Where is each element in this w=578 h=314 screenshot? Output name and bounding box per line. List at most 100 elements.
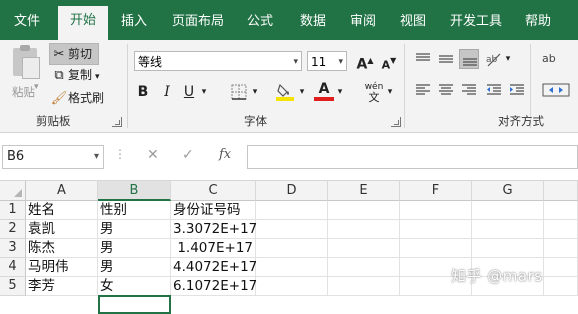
orientation-button[interactable]: ab [484,49,504,69]
merge-center-button[interactable] [541,80,570,100]
wrap-text-button[interactable]: ab [541,49,561,69]
row-header-1[interactable]: 1 [0,201,26,220]
decrease-indent-button[interactable] [484,80,504,100]
cell[interactable] [328,258,400,277]
phonetic-guide-button[interactable]: wén 文 [360,82,388,103]
chevron-down-icon[interactable]: ▾ [250,82,260,102]
font-name-dropdown[interactable]: 等线 ▾ [134,51,302,71]
align-right-button[interactable] [459,80,479,100]
cell-c4[interactable]: 4.4072E+17 [171,258,257,277]
cell[interactable] [544,201,578,220]
name-box[interactable]: B6 ▾ [2,145,104,169]
chevron-down-icon[interactable]: ▾ [297,82,307,102]
cell-b1[interactable]: 性别 [98,201,171,220]
column-header-partial[interactable] [544,181,578,201]
cell-b5[interactable]: 女 [98,277,171,296]
cell-c3[interactable]: 1.407E+17 [171,239,256,258]
italic-button[interactable]: I [159,82,175,102]
row-header-4[interactable]: 4 [0,258,26,277]
clipboard-dialog-launcher-icon[interactable] [112,117,122,127]
borders-button[interactable] [230,82,248,102]
cell-b2[interactable]: 男 [98,220,171,239]
insert-function-icon[interactable]: fx [219,147,231,162]
cell[interactable] [472,220,544,239]
cell[interactable] [400,220,472,239]
chevron-down-icon[interactable]: ▾ [335,82,345,102]
cell-a5[interactable]: 李芳 [26,277,98,296]
tab-insert[interactable]: 插入 [114,8,154,40]
increase-font-size-button[interactable]: A▲ [355,51,375,73]
column-header-a[interactable]: A [26,181,98,201]
tab-formulas[interactable]: 公式 [240,8,280,40]
cell[interactable] [328,277,400,296]
font-size-dropdown[interactable]: 11 ▾ [307,51,347,71]
increase-indent-button[interactable] [507,80,527,100]
font-color-button[interactable]: A [314,82,334,102]
tab-data[interactable]: 数据 [293,8,333,40]
enter-icon[interactable]: ✓ [182,147,194,163]
paste-button[interactable]: 粘贴 ▾ [6,44,46,106]
cell[interactable] [400,201,472,220]
cell[interactable] [472,201,544,220]
cell-a3[interactable]: 陈杰 [26,239,98,258]
cell[interactable] [256,239,328,258]
align-left-button[interactable] [413,80,433,100]
cell[interactable] [256,201,328,220]
cell[interactable] [544,258,578,277]
align-center-button[interactable] [436,80,456,100]
cell[interactable] [256,277,328,296]
tab-page-layout[interactable]: 页面布局 [166,8,230,40]
column-header-d[interactable]: D [256,181,328,201]
fill-color-button[interactable] [274,82,296,102]
tab-help[interactable]: 帮助 [518,8,558,40]
tab-file[interactable]: 文件 [6,8,48,40]
row-header-5[interactable]: 5 [0,277,26,296]
decrease-font-size-button[interactable]: A▼ [379,51,399,72]
row-header-3[interactable]: 3 [0,239,26,258]
column-header-f[interactable]: F [400,181,472,201]
tab-review[interactable]: 审阅 [343,8,383,40]
cell[interactable] [544,239,578,258]
row-header-2[interactable]: 2 [0,220,26,239]
align-top-button[interactable] [413,49,433,69]
active-cell-b6[interactable] [98,295,171,314]
cell-c5[interactable]: 6.1072E+17 [171,277,257,296]
tab-view[interactable]: 视图 [393,8,433,40]
column-header-c[interactable]: C [171,181,256,201]
cell-a2[interactable]: 袁凯 [26,220,98,239]
cell[interactable] [328,239,400,258]
column-header-e[interactable]: E [328,181,400,201]
column-header-g[interactable]: G [472,181,544,201]
cell-b3[interactable]: 男 [98,239,171,258]
cell[interactable] [544,277,578,296]
underline-button[interactable]: U [181,82,197,102]
cell-c2[interactable]: 3.3072E+17 [171,220,257,239]
cell-a4[interactable]: 马明伟 [26,258,98,277]
format-painter-button[interactable]: 🖌格式刷 [50,88,104,108]
column-header-b[interactable]: B [98,181,171,201]
cell[interactable] [256,258,328,277]
tab-home[interactable]: 开始 [58,6,108,40]
cell-a1[interactable]: 姓名 [26,201,98,220]
formula-input[interactable] [247,145,578,169]
select-all-button[interactable] [0,181,26,201]
cell[interactable] [256,220,328,239]
cell[interactable] [472,239,544,258]
align-middle-button[interactable] [436,49,456,69]
align-bottom-button[interactable] [459,49,479,69]
cancel-icon[interactable]: ✕ [147,147,159,163]
cut-button[interactable]: ✂ 剪切 [49,43,99,65]
font-dialog-launcher-icon[interactable] [391,117,401,127]
copy-button[interactable]: ⧉ 复制 ▾ [50,65,99,85]
cell-c1[interactable]: 身份证号码 [171,201,256,220]
chevron-down-icon[interactable]: ▾ [385,82,395,102]
bold-button[interactable]: B [135,82,151,102]
cell[interactable] [400,239,472,258]
cell-b4[interactable]: 男 [98,258,171,277]
tab-developer[interactable]: 开发工具 [444,8,508,40]
chevron-down-icon[interactable]: ▾ [199,82,209,102]
cell[interactable] [328,220,400,239]
cell[interactable] [328,201,400,220]
cell[interactable] [544,220,578,239]
chevron-down-icon[interactable]: ▾ [503,49,513,69]
